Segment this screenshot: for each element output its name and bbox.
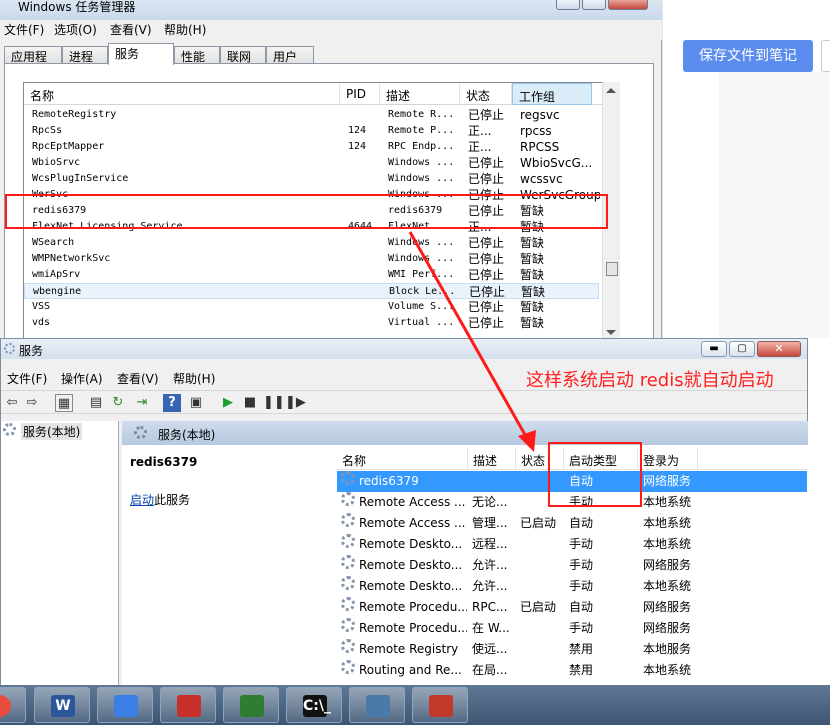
taskbar-button[interactable] xyxy=(160,687,216,723)
cmd-icon: C:\_ xyxy=(303,695,331,717)
taskbar-button[interactable] xyxy=(0,687,26,723)
taskbar-button[interactable] xyxy=(412,687,468,723)
network-icon xyxy=(366,695,390,717)
taskbar-button[interactable] xyxy=(349,687,405,723)
word-icon: W xyxy=(51,695,75,717)
redis-icon xyxy=(177,695,201,717)
taskbar-button[interactable] xyxy=(223,687,279,723)
taskbar-button[interactable] xyxy=(97,687,153,723)
taskbar-button[interactable]: C:\_ xyxy=(286,687,342,723)
baidu-netdisk-icon xyxy=(114,695,138,717)
chrome-icon xyxy=(0,695,11,717)
tab-services[interactable]: 服务 xyxy=(108,43,174,65)
toolbox-icon xyxy=(429,695,453,717)
taskbar-button[interactable]: W xyxy=(34,687,90,723)
arrow-head-icon xyxy=(518,430,536,452)
arrow-line xyxy=(408,231,530,441)
taskbar: W C:\_ xyxy=(0,685,830,725)
annotation-arrow xyxy=(408,231,536,452)
notepad-icon xyxy=(240,695,264,717)
